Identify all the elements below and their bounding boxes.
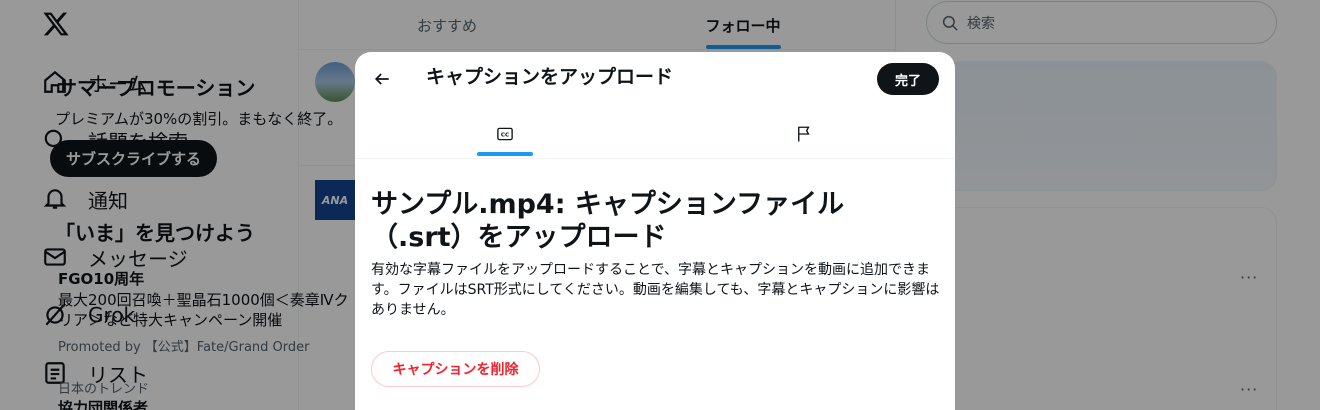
caption-upload-dialog: キャプションをアップロード 完了 CC サンプル.mp4: キャプションファイル…	[355, 52, 955, 410]
arrow-left-icon	[374, 73, 389, 85]
tab-captions[interactable]: CC	[477, 112, 533, 156]
delete-captions-button[interactable]: キャプションを削除	[371, 351, 540, 387]
tab-underline	[477, 152, 533, 156]
flag-icon	[798, 126, 810, 142]
file-title: サンプル.mp4: キャプションファイル（.srt）をアップロード	[371, 189, 845, 253]
tab-flag[interactable]	[776, 112, 832, 156]
dialog-title: キャプションをアップロード	[426, 66, 674, 88]
cc-icon: CC	[497, 127, 513, 141]
tabs-divider	[355, 158, 955, 159]
back-button[interactable]	[367, 64, 397, 94]
svg-text:CC: CC	[501, 132, 509, 138]
done-button[interactable]: 完了	[877, 63, 939, 95]
dialog-description: 有効な字幕ファイルをアップロードすることで、字幕とキャプションを動画に追加できま…	[371, 262, 940, 318]
